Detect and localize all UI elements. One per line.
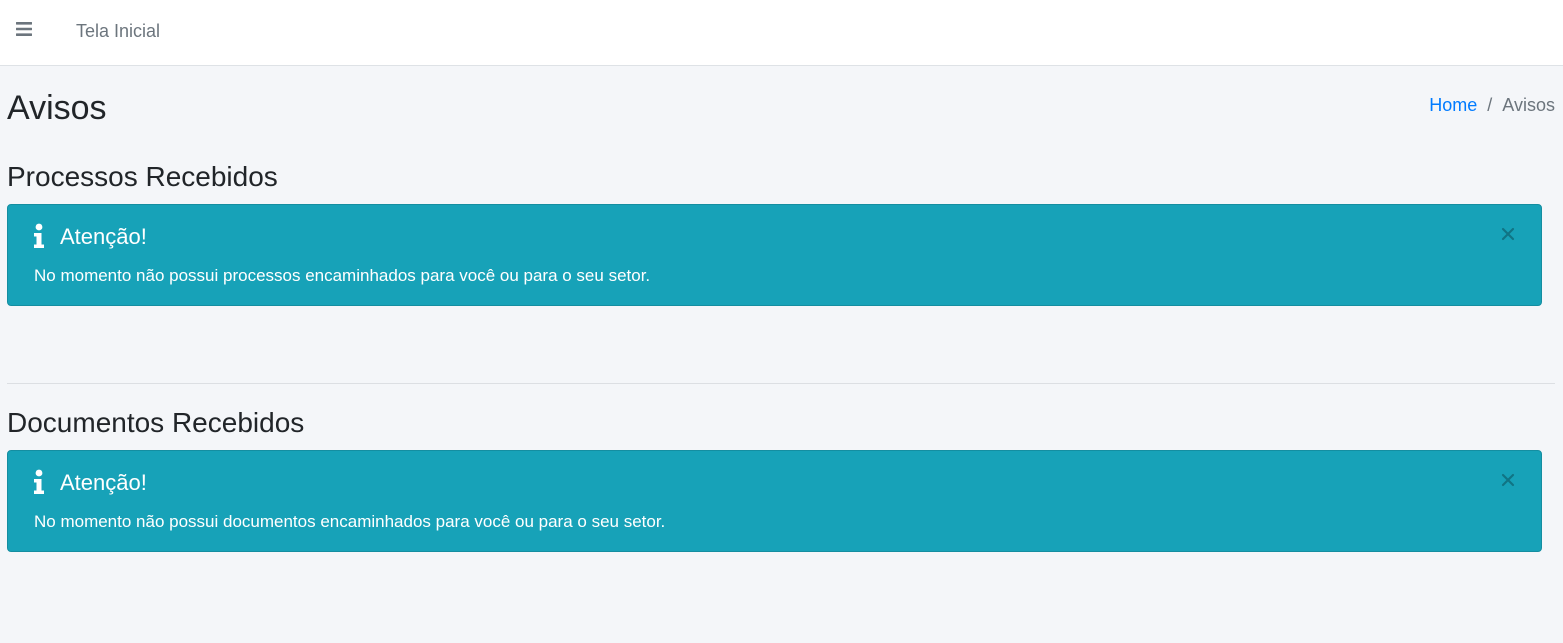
info-icon — [32, 223, 46, 249]
alert-heading: Atenção! — [60, 470, 147, 495]
info-icon — [32, 469, 46, 495]
breadcrumb-home-link[interactable]: Home — [1429, 94, 1477, 116]
alert-documentos: Atenção! No momento não possui documento… — [7, 450, 1542, 552]
alert-heading: Atenção! — [60, 224, 147, 249]
alert-message: No momento não possui processos encaminh… — [34, 266, 651, 285]
alert-processos: Atenção! No momento não possui processos… — [7, 204, 1542, 306]
close-icon[interactable] — [1499, 225, 1517, 243]
nav-link-tela-inicial[interactable]: Tela Inicial — [76, 20, 160, 42]
page-title: Avisos — [7, 89, 107, 127]
breadcrumb-separator: / — [1487, 95, 1493, 115]
hamburger-menu-icon[interactable] — [14, 20, 38, 42]
close-icon[interactable] — [1499, 471, 1517, 489]
breadcrumb: Home / Avisos — [1429, 94, 1555, 116]
alert-message: No momento não possui documentos encamin… — [34, 512, 666, 531]
section-divider — [7, 383, 1555, 384]
top-navbar: Tela Inicial — [0, 0, 1563, 66]
breadcrumb-current: Avisos — [1502, 95, 1555, 115]
section-title-documentos: Documentos Recebidos — [7, 407, 305, 438]
section-title-processos: Processos Recebidos — [7, 161, 278, 192]
